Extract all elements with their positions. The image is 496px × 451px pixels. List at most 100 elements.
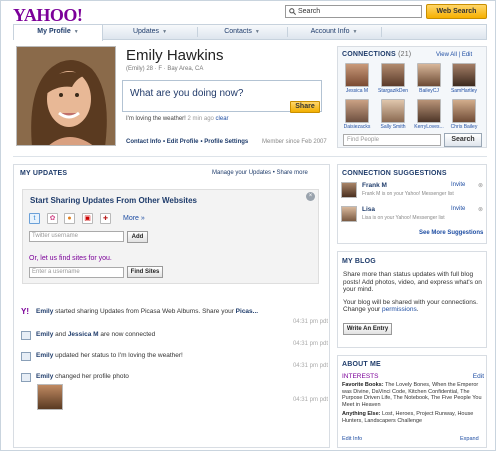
avatar	[381, 63, 405, 87]
username-input[interactable]: Enter a username	[29, 267, 124, 278]
invite-link[interactable]: Invite	[451, 182, 465, 188]
tab-contacts[interactable]: Contacts ▼	[198, 25, 286, 39]
connection-stargazik[interactable]: StargazikDen	[378, 63, 408, 94]
feed-text: Emily started sharing Updates from Picas…	[36, 308, 259, 315]
suggestion-lisa: Lisa Lisa is on your Yahoo! Messenger li…	[341, 206, 483, 224]
feed-text: Emily and Jessica M are now connected	[36, 331, 156, 338]
connection-samhartley[interactable]: SamHartley	[451, 63, 477, 94]
blog-description: Share more than status updates with full…	[343, 271, 483, 314]
edit-info-link[interactable]: Edit Info	[342, 436, 362, 442]
avatar	[452, 99, 476, 123]
youtube-icon[interactable]: ▣	[82, 213, 93, 224]
avatar[interactable]	[341, 182, 357, 198]
status-time: 2 min ago	[187, 116, 214, 122]
avatar[interactable]	[341, 206, 357, 222]
profile-photo[interactable]	[16, 46, 116, 146]
share-button[interactable]: Share	[290, 101, 320, 113]
connection-icon	[21, 331, 31, 340]
connection-name[interactable]: Chris Bailey	[446, 124, 482, 130]
profile-name: Emily Hawkins	[126, 47, 224, 64]
connection-name[interactable]: SamHartley	[446, 88, 482, 94]
yahoo-logo[interactable]: YAHOO!	[13, 5, 83, 26]
status-text: I'm loving the weather!	[126, 116, 186, 122]
connection-baileycj[interactable]: BaileyCJ	[417, 63, 441, 94]
connection-kerry[interactable]: KerryLoves...	[414, 99, 444, 130]
twitter-icon[interactable]: t	[29, 213, 40, 224]
suggestion-name[interactable]: Frank M	[362, 182, 387, 189]
chevron-down-icon: ▼	[352, 29, 358, 35]
clear-status-link[interactable]: clear	[216, 116, 229, 122]
interests-edit-link[interactable]: Edit	[473, 373, 484, 380]
close-icon[interactable]: ⊗	[478, 206, 483, 213]
tab-my-profile[interactable]: My Profile ▼	[14, 25, 103, 41]
permissions-link[interactable]: permissions	[382, 306, 417, 313]
connection-name[interactable]: KerryLoves...	[411, 124, 447, 130]
feed-text: Emily changed her profile photo	[36, 373, 129, 380]
suggestion-sub: Lisa is on your Yahoo! Messenger list	[362, 215, 445, 221]
blog-text-2: Your blog will be shared with your conne…	[343, 298, 478, 314]
yahoo-icon: Y!	[21, 307, 29, 316]
find-sites-button[interactable]: Find Sites	[127, 266, 163, 278]
find-people-search-button[interactable]: Search	[444, 133, 482, 147]
connections-view-all[interactable]: View All | Edit	[436, 52, 472, 58]
see-more-suggestions-link[interactable]: See More Suggestions	[419, 230, 483, 236]
connection-name[interactable]: BaileyCJ	[411, 88, 447, 94]
search-icon	[289, 8, 296, 15]
picasa-icon[interactable]: ✿	[47, 213, 58, 224]
more-services-link[interactable]: More »	[123, 215, 145, 222]
suggestion-frank: Frank M Frank M is on your Yahoo! Messen…	[341, 182, 483, 200]
status-prompt: What are you doing now?	[130, 88, 244, 99]
contact-info-link[interactable]: Contact Info	[126, 139, 161, 145]
connection-jessica[interactable]: Jessica M	[345, 63, 369, 94]
connection-name[interactable]: Daisiezacks	[339, 124, 375, 130]
current-status: I'm loving the weather! 2 min ago clear	[126, 116, 229, 122]
edit-profile-link[interactable]: Edit Profile	[167, 139, 199, 145]
about-title: ABOUT ME	[342, 361, 381, 368]
search-placeholder: Search	[298, 8, 321, 15]
nav-divider	[381, 27, 382, 37]
feed-time: 04:31 pm pdt	[292, 363, 328, 369]
close-icon[interactable]: ×	[306, 192, 315, 201]
interests-heading: INTERESTS Edit	[342, 373, 484, 380]
avatar	[381, 99, 405, 123]
main-nav: My Profile ▼ Updates ▼ Contacts ▼ Account I…	[13, 24, 487, 41]
suggestion-name[interactable]: Lisa	[362, 206, 375, 213]
profile-portrait	[17, 47, 115, 145]
invite-link[interactable]: Invite	[451, 206, 465, 212]
feed-photo-thumbnail[interactable]	[37, 384, 63, 410]
share-more-link[interactable]: Share more	[276, 170, 307, 176]
tab-account-info[interactable]: Account Info ▼	[288, 25, 380, 39]
section-divider	[13, 156, 487, 157]
add-button[interactable]: Add	[127, 231, 148, 243]
feed-text: Emily updated her status to I'm loving t…	[36, 352, 183, 359]
chevron-down-icon: ▼	[254, 29, 260, 35]
connection-name[interactable]: StargazikDen	[375, 88, 411, 94]
connection-name[interactable]: Sally Smith	[375, 124, 411, 130]
flickr-icon[interactable]: ●	[64, 213, 75, 224]
connection-sally[interactable]: Sally Smith	[380, 99, 406, 130]
photo-icon	[21, 373, 31, 382]
chevron-down-icon: ▼	[162, 29, 168, 35]
connection-name[interactable]: Jessica M	[339, 88, 375, 94]
chevron-down-icon: ▼	[73, 29, 79, 35]
twitter-username-input[interactable]: Twitter username	[29, 231, 124, 242]
suggestion-sub: Frank M is on your Yahoo! Messenger list	[362, 191, 454, 197]
tab-updates[interactable]: Updates ▼	[104, 25, 196, 39]
write-entry-button[interactable]: Write An Entry	[343, 323, 392, 335]
connections-edit-link[interactable]: Edit	[462, 52, 472, 58]
connection-daisiezacks[interactable]: Daisiezacks	[344, 99, 370, 130]
profile-settings-link[interactable]: Profile Settings	[204, 139, 248, 145]
web-search-button[interactable]: Web Search	[426, 4, 487, 19]
blog-text-1: Share more than status updates with full…	[343, 271, 482, 293]
search-input[interactable]: Search	[285, 5, 422, 18]
expand-link[interactable]: Expand	[460, 436, 479, 442]
find-people-input[interactable]: Find People	[343, 134, 441, 146]
connections-title: CONNECTIONS (21)	[342, 51, 412, 58]
close-icon[interactable]: ⊗	[478, 182, 483, 189]
feed-time: 04:31 pm pdt	[292, 341, 328, 347]
delicious-icon[interactable]: ✚	[100, 213, 111, 224]
connection-chris[interactable]: Chris Bailey	[451, 99, 477, 130]
anything-else: Anything Else: Lost, Heroes, Project Run…	[342, 411, 474, 424]
feed-time: 04:31 pm pdt	[292, 319, 328, 325]
manage-updates-link[interactable]: Manage your Updates	[212, 170, 271, 176]
